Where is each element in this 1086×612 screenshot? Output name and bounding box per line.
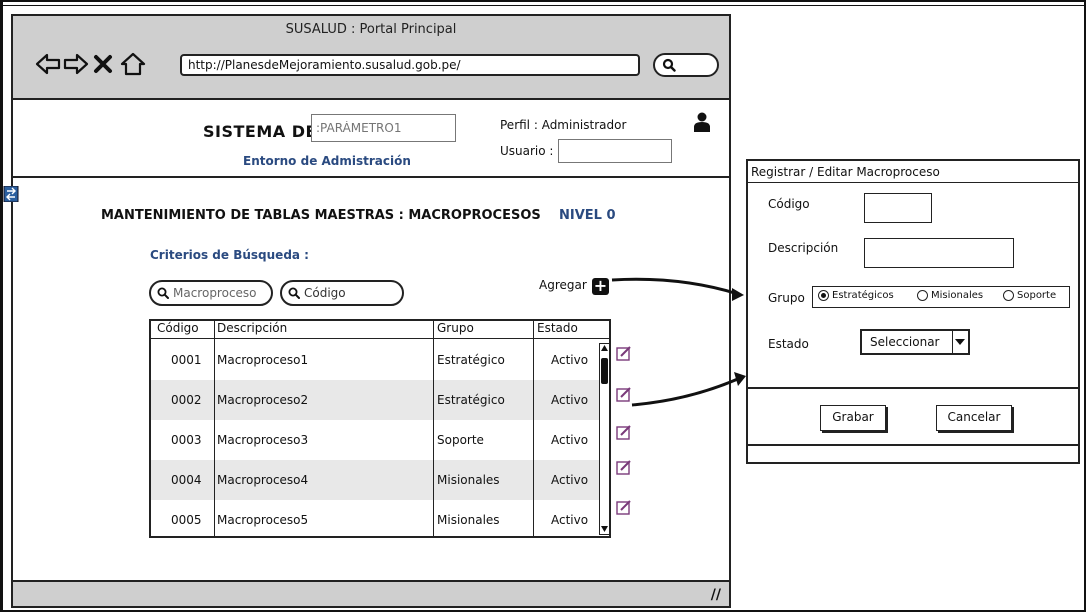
estado-select[interactable]: Seleccionar: [860, 329, 970, 355]
dialog-divider: [748, 444, 1078, 446]
chevron-down-icon: [955, 339, 965, 345]
estado-select-value: Seleccionar: [870, 335, 940, 349]
codigo-label: Código: [768, 197, 810, 211]
grupo-radio-group: Estratégicos Misionales Soporte: [812, 286, 1070, 308]
radio-soporte[interactable]: Soporte: [1003, 290, 1056, 301]
radio-label: Misionales: [931, 290, 984, 301]
radio-misionales[interactable]: Misionales: [917, 290, 983, 301]
radio-dot: [1003, 290, 1014, 301]
radio-dot-selected: [818, 290, 829, 301]
descripcion-label: Descripción: [768, 241, 839, 255]
radio-dot: [917, 290, 928, 301]
radio-estrategicos[interactable]: Estratégicos: [818, 290, 894, 301]
cancel-button[interactable]: Cancelar: [936, 405, 1012, 431]
grupo-label: Grupo: [768, 291, 805, 305]
arrow-edit-to-dialog: [631, 376, 741, 407]
descripcion-field[interactable]: [864, 238, 1014, 268]
radio-label: Soporte: [1017, 290, 1057, 301]
register-edit-dialog: Registrar / Editar Macroproceso Código D…: [746, 159, 1080, 464]
arrow-head: [732, 288, 744, 301]
dialog-title: Registrar / Editar Macroproceso: [748, 161, 1078, 183]
dialog-divider: [748, 387, 1078, 389]
arrow-add-to-dialog: [611, 277, 739, 296]
estado-label: Estado: [768, 337, 809, 351]
codigo-field[interactable]: [864, 193, 932, 223]
radio-label: Estratégicos: [832, 290, 894, 301]
select-arrow: [952, 331, 968, 353]
save-button[interactable]: Grabar: [820, 405, 886, 431]
